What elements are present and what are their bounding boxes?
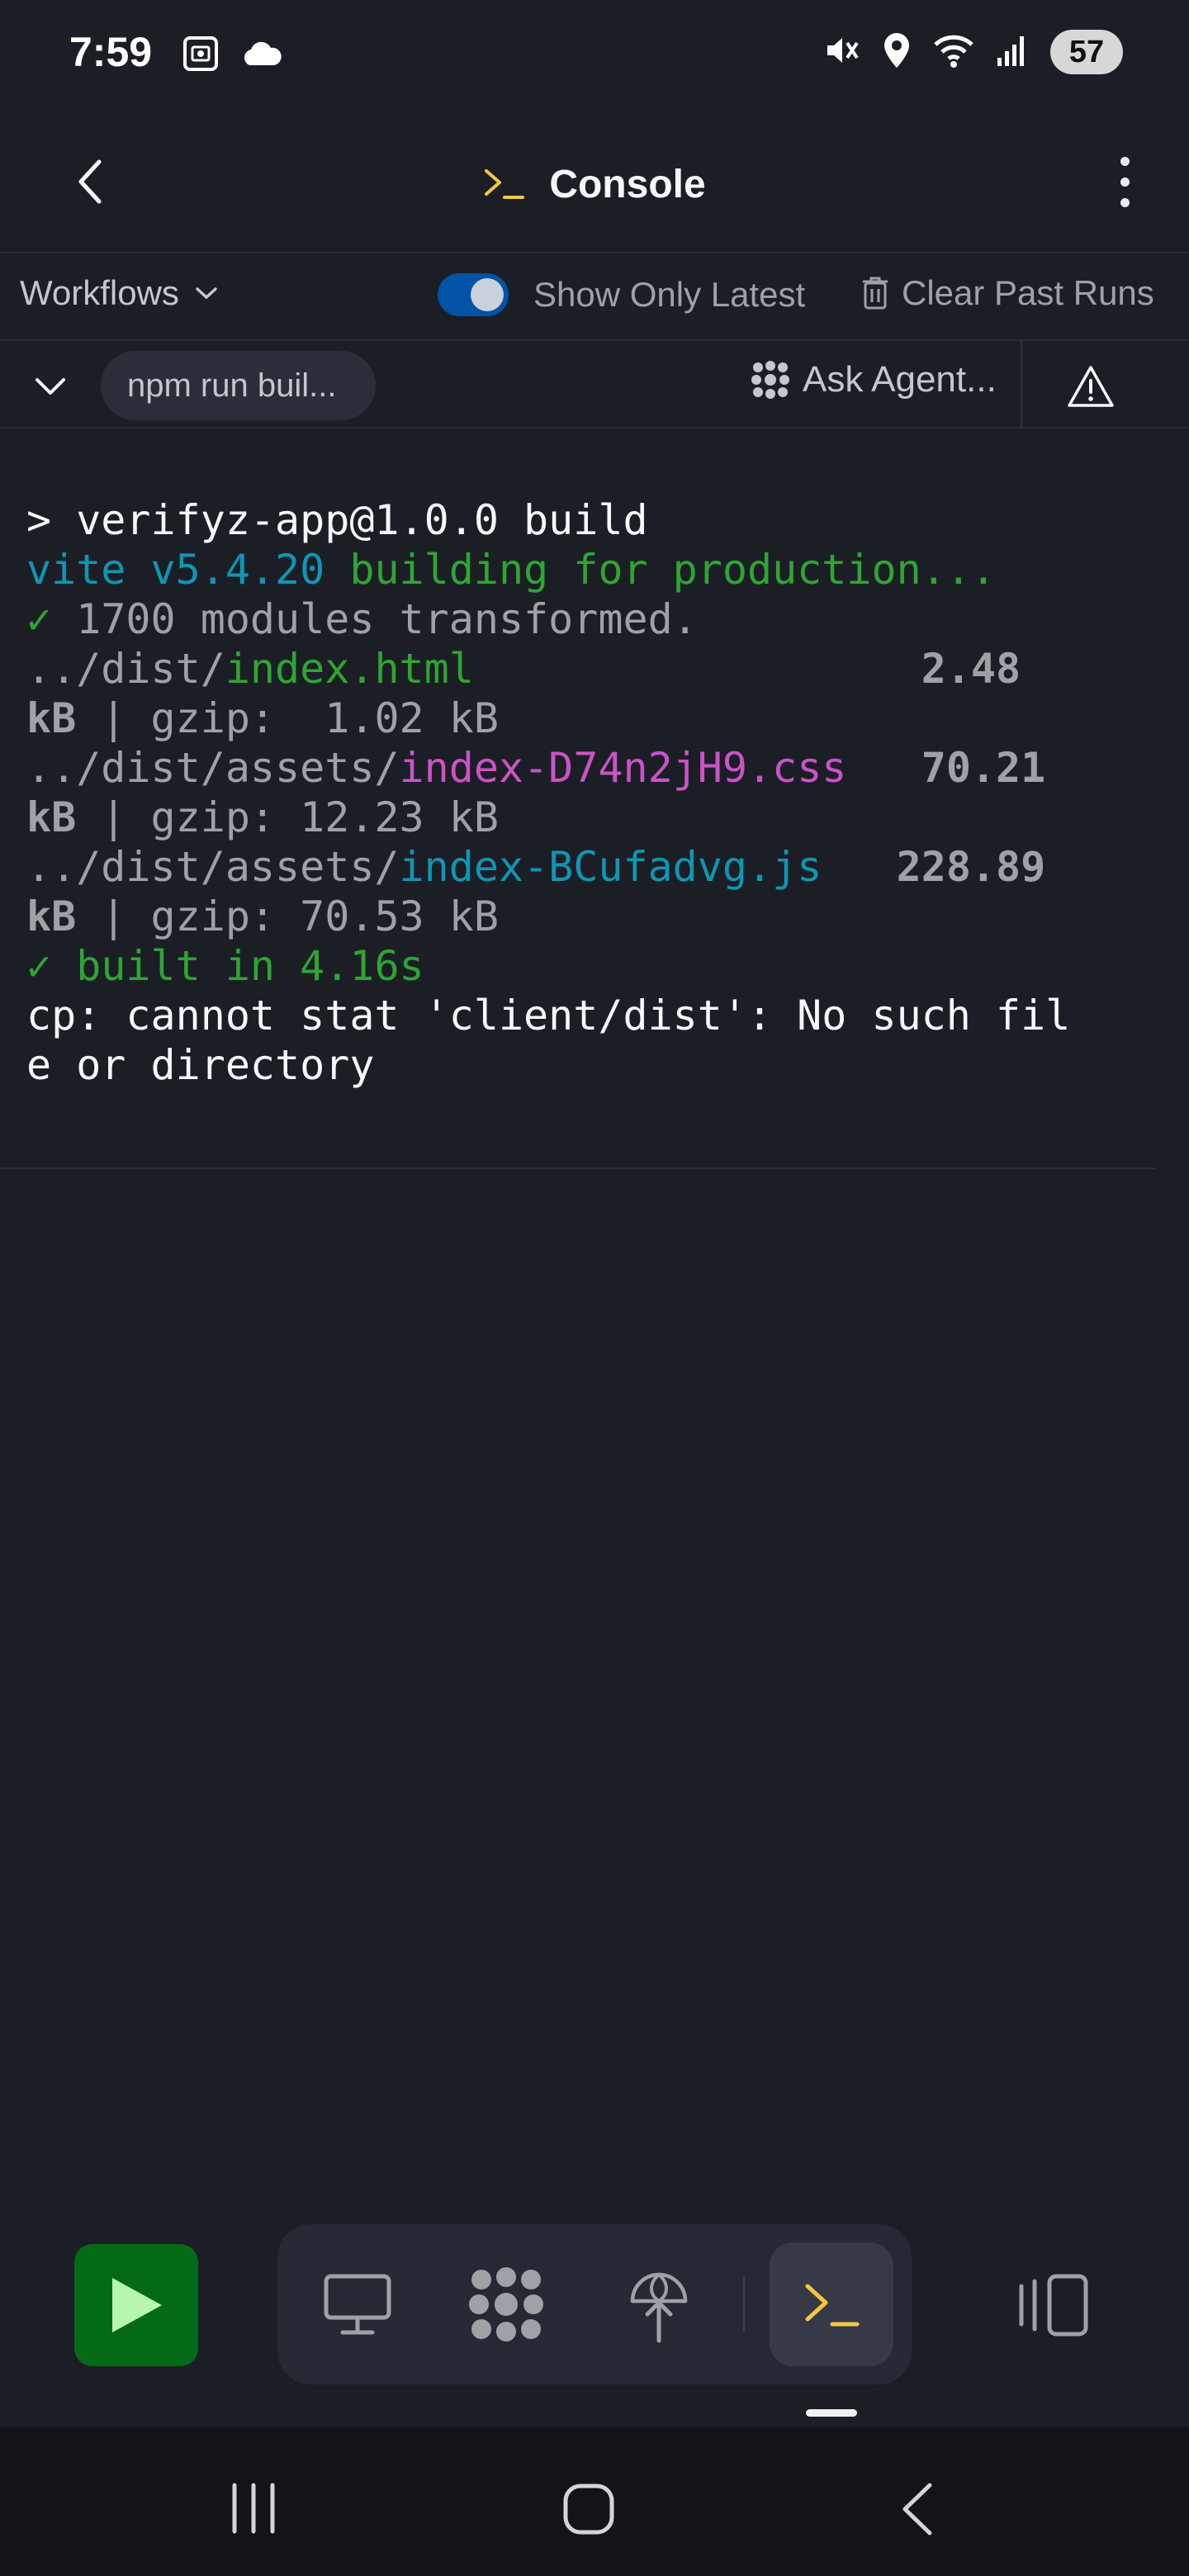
battery-icon: 57 [1050, 30, 1123, 74]
signal-icon [996, 33, 1029, 72]
tool-separator [743, 2277, 745, 2332]
clear-past-runs-label: Clear Past Runs [902, 273, 1154, 312]
chevron-down-icon [36, 378, 65, 395]
android-nav-bar [0, 2427, 1189, 2576]
console-line: kB | gzip: 1.02 kB [26, 694, 499, 742]
console-line: ✓ 1700 modules transformed. [26, 595, 698, 643]
system-back-button[interactable] [898, 2482, 948, 2541]
ask-agent-label: Ask Agent... [803, 359, 997, 400]
recents-icon [232, 2483, 275, 2534]
tool-agent[interactable] [464, 2262, 548, 2346]
more-vertical-icon [1120, 156, 1130, 166]
status-time: 7:59 [69, 29, 153, 75]
console-line: ../dist/index.html 2.48 [26, 645, 1021, 693]
show-only-latest-toggle[interactable]: Show Only Latest [438, 273, 805, 316]
check-icon: ✓ [26, 942, 52, 990]
console-divider [0, 1167, 1156, 1169]
home-icon [563, 2484, 614, 2535]
recents-button[interactable] [225, 2482, 304, 2541]
play-icon [112, 2278, 162, 2332]
console-line: vite v5.4.20 building for production... [26, 546, 997, 594]
location-icon [882, 31, 912, 73]
workflows-label: Workflows [20, 273, 179, 312]
tool-group [277, 2224, 912, 2384]
deploy-icon [630, 2272, 688, 2343]
wifi-icon [933, 33, 974, 72]
agent-icon [751, 361, 789, 399]
run-bar: npm run buil... Ask Agent... [0, 341, 1189, 429]
tool-webview[interactable] [319, 2266, 396, 2343]
ask-agent-button[interactable]: Ask Agent... [750, 359, 997, 400]
workflows-dropdown[interactable]: Workflows [20, 273, 219, 313]
console-line: e or directory [26, 1041, 375, 1089]
agent-icon [469, 2267, 543, 2342]
console-line: kB | gzip: 12.23 kB [26, 793, 499, 841]
trash-icon [863, 277, 888, 310]
console-line: ✓ built in 4.16s [26, 942, 424, 990]
run-name-pill[interactable]: npm run buil... [101, 351, 377, 420]
terminal-icon [485, 169, 525, 199]
clear-past-runs-button[interactable]: Clear Past Runs [860, 273, 1154, 313]
panels-button[interactable] [1012, 2271, 1095, 2340]
toggle-switch[interactable] [438, 273, 509, 316]
console-output: > verifyz-app@1.0.0 build vite v5.4.20 b… [26, 495, 1166, 1090]
home-indicator [806, 2409, 857, 2417]
console-line: ../dist/assets/index-D74n2jH9.css 70.21 [26, 744, 1046, 792]
cloud-icon [239, 37, 282, 74]
more-options-button[interactable] [1092, 140, 1158, 223]
panels-icon [1019, 2274, 1088, 2337]
monitor-icon [324, 2274, 391, 2335]
warnings-button[interactable] [1062, 358, 1120, 415]
tool-deploy[interactable] [619, 2262, 699, 2346]
status-icons-right: 57 [822, 30, 1123, 74]
screenshot-icon [180, 33, 221, 78]
console-line: > verifyz-app@1.0.0 build [26, 496, 648, 544]
page-title-group: Console [0, 147, 1189, 221]
collapse-run-button[interactable] [25, 361, 76, 412]
app-header: Console [0, 124, 1189, 253]
status-bar: 7:59 57 [0, 0, 1189, 107]
console-line: kB | gzip: 70.53 kB [26, 893, 499, 940]
console-line: ../dist/assets/index-BCufadvg.js 228.89 [26, 843, 1046, 891]
status-icons-left [180, 33, 282, 78]
home-button[interactable] [561, 2482, 621, 2541]
run-button[interactable] [74, 2244, 198, 2366]
back-icon [902, 2483, 932, 2536]
chevron-down-icon [196, 287, 217, 300]
check-icon: ✓ [26, 595, 52, 643]
workflows-bar: Workflows Show Only Latest Clear Past Ru… [0, 253, 1189, 341]
terminal-icon [805, 2284, 860, 2327]
page-title: Console [549, 162, 706, 206]
toggle-label: Show Only Latest [533, 275, 806, 314]
warning-triangle-icon [1068, 366, 1114, 407]
tool-console[interactable] [770, 2242, 893, 2366]
console-line: cp: cannot stat 'client/dist': No such f… [26, 992, 1071, 1039]
mute-icon [822, 31, 860, 73]
divider [1021, 341, 1022, 427]
